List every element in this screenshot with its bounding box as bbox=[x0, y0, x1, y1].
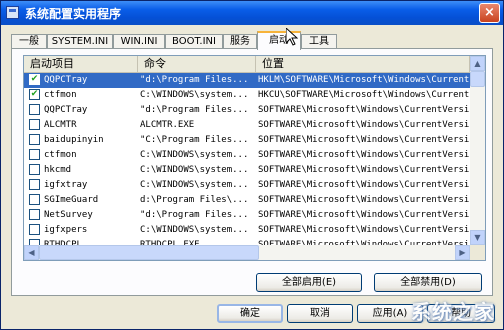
list-item[interactable]: ✔ QQPCTray "d:\Program Files... HKLM\SOFTWA… bbox=[24, 73, 470, 88]
cancel-button[interactable]: 取消 bbox=[287, 304, 353, 323]
cell-item: QQPCTray bbox=[44, 105, 88, 115]
list-header: 启动项目 命令 位置 bbox=[24, 56, 470, 73]
app-icon bbox=[6, 6, 19, 19]
cell-location: SOFTWARE\Microsoft\Windows\CurrentVersi.… bbox=[258, 150, 470, 160]
title-bar[interactable]: 系统配置实用程序 × bbox=[1, 1, 503, 25]
cell-item: SGImeGuard bbox=[44, 195, 99, 205]
cell-command: "d:\Program Files... bbox=[140, 210, 249, 220]
watermark-text: 系统之家 bbox=[411, 300, 495, 324]
tab-boot-ini[interactable]: BOOT.INI bbox=[165, 34, 223, 49]
scroll-right-button[interactable]: ▶ bbox=[455, 245, 470, 260]
checkbox-unchecked[interactable] bbox=[29, 149, 40, 160]
watermark-logo: 系统之家 bbox=[411, 296, 495, 325]
cell-item: ctfmon bbox=[44, 150, 77, 160]
scroll-down-button[interactable]: ▼ bbox=[470, 230, 485, 245]
cell-command: ALCMTR.EXE bbox=[140, 120, 195, 130]
list-item[interactable]: ✔ ctfmon C:\WINDOWS\system... HKCU\SOFTWARE… bbox=[24, 88, 470, 103]
tab-general[interactable]: 一般 bbox=[11, 34, 47, 49]
startup-list: 启动项目 命令 位置 ✔ QQPCTray "d:\Program Files...… bbox=[23, 55, 486, 261]
column-header-command[interactable]: 命令 bbox=[138, 56, 256, 72]
scroll-left-button[interactable]: ◀ bbox=[24, 245, 39, 260]
vertical-scroll-thumb[interactable] bbox=[470, 71, 485, 87]
horizontal-scroll-thumb[interactable] bbox=[39, 245, 259, 260]
checkbox-unchecked[interactable] bbox=[29, 104, 40, 115]
mouse-pointer-icon bbox=[286, 28, 298, 46]
cell-command: C:\WINDOWS\system... bbox=[140, 165, 249, 175]
vertical-scrollbar[interactable]: ▲ ▼ bbox=[470, 56, 485, 245]
close-button[interactable]: × bbox=[479, 3, 500, 23]
cell-location: SOFTWARE\Microsoft\Windows\CurrentVersi.… bbox=[258, 120, 470, 130]
cell-location: HKCU\SOFTWARE\Microsoft\Windows\Current.… bbox=[258, 90, 470, 100]
cell-location: SOFTWARE\Microsoft\Windows\CurrentVersi.… bbox=[258, 195, 470, 205]
cell-item: QQPCTray bbox=[44, 75, 88, 85]
cell-command: "d:\Program Files... bbox=[140, 105, 249, 115]
cell-command: C:\WINDOWS\system... bbox=[140, 180, 249, 190]
list-item[interactable]: igfxtray C:\WINDOWS\system... SOFTWARE\Mic… bbox=[24, 178, 470, 193]
scroll-up-button[interactable]: ▲ bbox=[470, 56, 485, 71]
column-header-location[interactable]: 位置 bbox=[256, 56, 470, 72]
checkbox-unchecked[interactable] bbox=[29, 164, 40, 175]
cell-location: SOFTWARE\Microsoft\Windows\CurrentVersi.… bbox=[258, 225, 470, 235]
checkbox-unchecked[interactable] bbox=[29, 209, 40, 220]
cell-location: SOFTWARE\Microsoft\Windows\CurrentVersi.… bbox=[258, 105, 470, 115]
horizontal-scrollbar[interactable]: ◀ ▶ bbox=[24, 245, 470, 260]
tab-win-ini[interactable]: WIN.INI bbox=[113, 34, 165, 49]
tab-system-ini[interactable]: SYSTEM.INI bbox=[47, 34, 113, 49]
list-item[interactable]: ALCMTR ALCMTR.EXE SOFTWARE\Microsoft\Windo… bbox=[24, 118, 470, 133]
scrollbar-corner bbox=[470, 245, 485, 260]
list-item[interactable]: igfxpers C:\WINDOWS\system... SOFTWARE\Mic… bbox=[24, 223, 470, 238]
list-item[interactable]: SGImeGuard d:\Program Files\... SOFTWARE\M… bbox=[24, 193, 470, 208]
checkbox-unchecked[interactable] bbox=[29, 224, 40, 235]
cell-command: C:\WINDOWS\system... bbox=[140, 90, 249, 100]
cell-location: SOFTWARE\Microsoft\Windows\CurrentVersi.… bbox=[258, 135, 470, 145]
disable-all-button[interactable]: 全部禁用(D) bbox=[374, 273, 482, 292]
cell-location: SOFTWARE\Microsoft\Windows\CurrentVersi.… bbox=[258, 210, 470, 220]
column-header-item[interactable]: 启动项目 bbox=[24, 56, 138, 72]
ok-button[interactable]: 确定 bbox=[217, 304, 283, 323]
checkbox-checked[interactable]: ✔ bbox=[29, 89, 40, 100]
cell-command: "C:\Program Files... bbox=[140, 135, 249, 145]
msconfig-window: 系统配置实用程序 × 一般 SYSTEM.INI WIN.INI BOOT.IN… bbox=[0, 0, 504, 330]
checkbox-unchecked[interactable] bbox=[29, 119, 40, 130]
checkbox-unchecked[interactable] bbox=[29, 179, 40, 190]
cell-item: igfxtray bbox=[44, 180, 88, 190]
tab-services[interactable]: 服务 bbox=[223, 34, 257, 49]
cell-item: NetSurvey bbox=[44, 210, 93, 220]
checkbox-unchecked[interactable] bbox=[29, 194, 40, 205]
list-item[interactable]: hkcmd C:\WINDOWS\system... SOFTWARE\Micros… bbox=[24, 163, 470, 178]
cell-location: SOFTWARE\Microsoft\Windows\CurrentVersi.… bbox=[258, 165, 470, 175]
window-title: 系统配置实用程序 bbox=[25, 7, 122, 21]
checkbox-unchecked[interactable] bbox=[29, 134, 40, 145]
checkbox-checked[interactable]: ✔ bbox=[29, 74, 40, 85]
cell-location: HKLM\SOFTWARE\Microsoft\Windows\Current.… bbox=[258, 75, 470, 85]
cell-item: ctfmon bbox=[44, 90, 77, 100]
cell-item: igfxpers bbox=[44, 225, 88, 235]
tab-tools[interactable]: 工具 bbox=[301, 34, 337, 49]
cell-command: C:\WINDOWS\system... bbox=[140, 225, 249, 235]
cell-item: ALCMTR bbox=[44, 120, 77, 130]
list-item[interactable]: NetSurvey "d:\Program Files... SOFTWARE\Mi… bbox=[24, 208, 470, 223]
cell-command: d:\Program Files\... bbox=[140, 195, 249, 205]
enable-all-button[interactable]: 全部启用(E) bbox=[256, 273, 362, 292]
list-item[interactable]: QQPCTray "d:\Program Files... SOFTWARE\Mic… bbox=[24, 103, 470, 118]
list-item[interactable]: ctfmon C:\WINDOWS\system... SOFTWARE\Micro… bbox=[24, 148, 470, 163]
list-item[interactable]: baidupinyin "C:\Program Files... SOFTWARE\… bbox=[24, 133, 470, 148]
cell-item: hkcmd bbox=[44, 165, 72, 175]
startup-panel: 启动项目 命令 位置 ✔ QQPCTray "d:\Program Files...… bbox=[11, 48, 493, 296]
cell-location: SOFTWARE\Microsoft\Windows\CurrentVersi.… bbox=[258, 180, 470, 190]
cell-item: baidupinyin bbox=[44, 135, 104, 145]
cell-command: "d:\Program Files... bbox=[140, 75, 249, 85]
cell-command: C:\WINDOWS\system... bbox=[140, 150, 249, 160]
